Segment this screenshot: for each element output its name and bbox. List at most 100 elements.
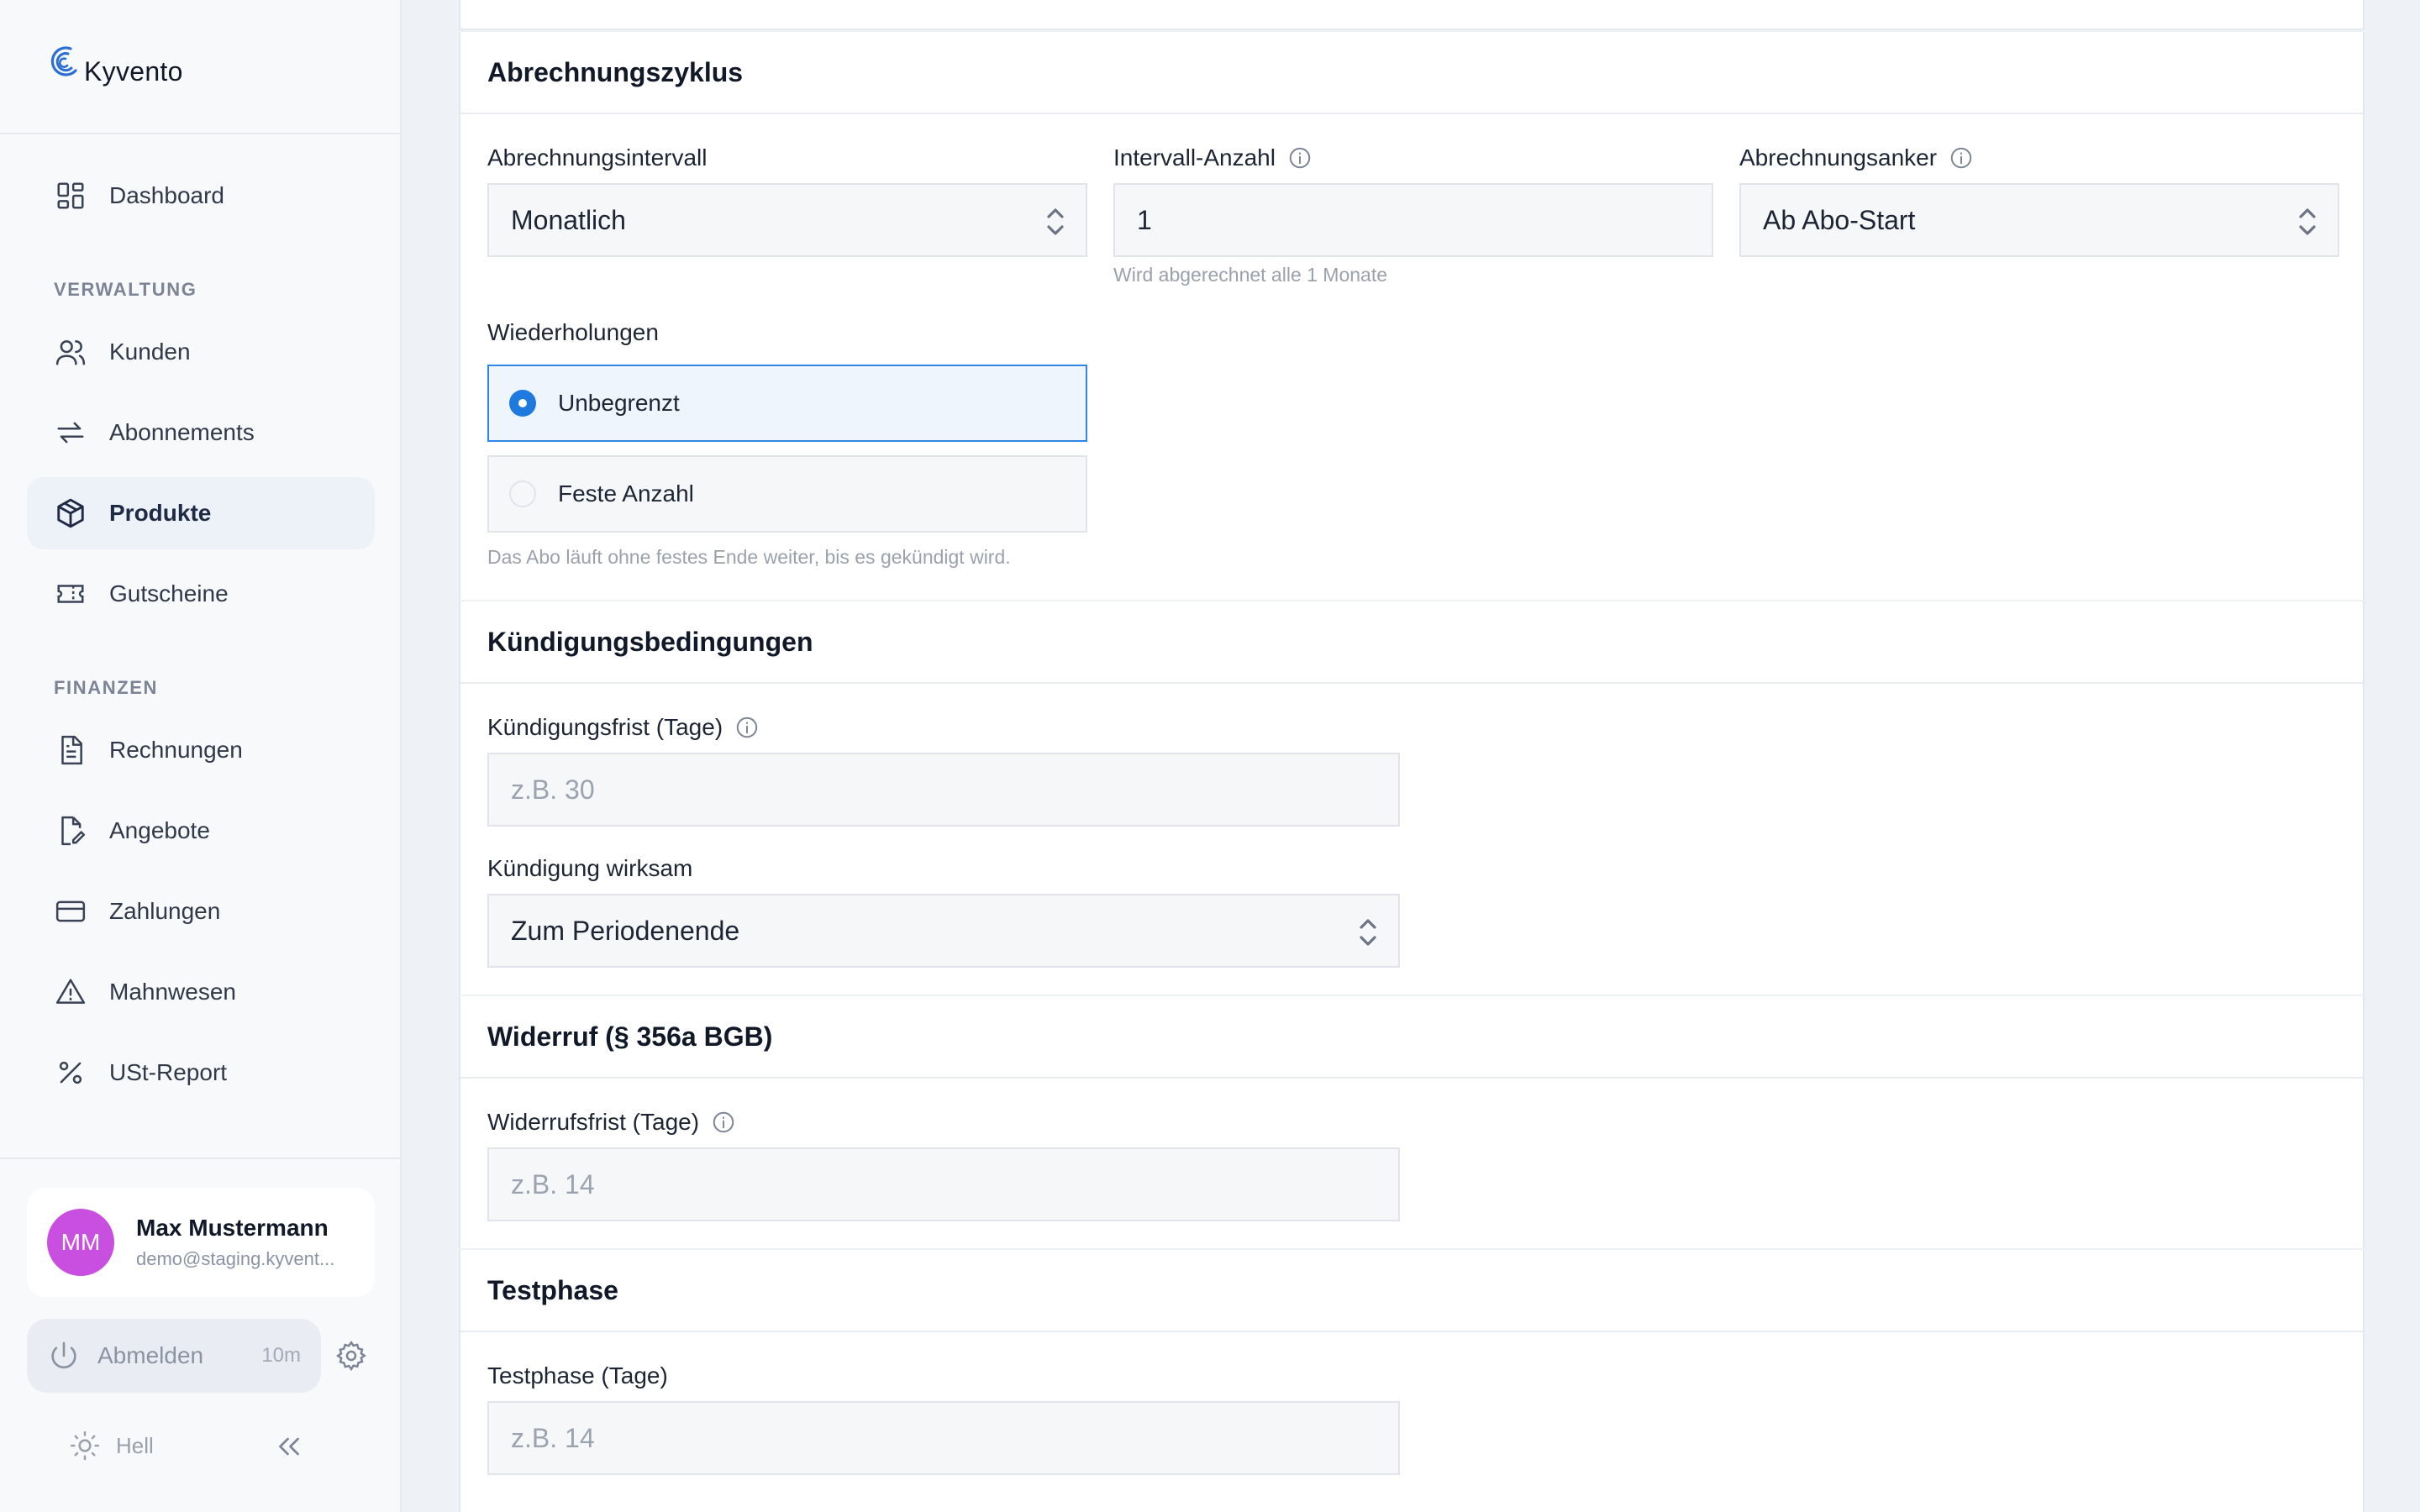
dashboard-icon xyxy=(54,179,87,213)
billing-cycle-section: Abrechnungszyklus Abrechnungsintervall M… xyxy=(459,32,2365,600)
percent-icon xyxy=(54,1056,87,1089)
section-label-verwaltung: VERWALTUNG xyxy=(54,279,197,300)
trial-days-label: Testphase (Tage) xyxy=(487,1362,668,1389)
user-email: demo@staging.kyvent... xyxy=(136,1248,335,1269)
billing-anchor-label: Abrechnungsanker xyxy=(1739,144,1974,171)
repeats-option-unlimited[interactable]: Unbegrenzt xyxy=(487,365,1087,442)
logout-label: Abmelden xyxy=(97,1342,204,1368)
sidebar-item-label: Produkte xyxy=(109,500,212,526)
sidebar-item-label: Gutscheine xyxy=(109,580,229,606)
sidebar-item-label: Kunden xyxy=(109,339,191,365)
section-label-finanzen: FINANZEN xyxy=(54,677,159,698)
cancellation-section: Kündigungsbedingungen Kündigungsfrist (T… xyxy=(459,601,2365,995)
session-timer: 10m xyxy=(261,1344,301,1367)
sidebar-item-kunden[interactable]: Kunden xyxy=(27,316,375,388)
avatar: MM xyxy=(47,1209,114,1276)
sidebar-item-ust-report[interactable]: USt-Report xyxy=(27,1037,375,1109)
sidebar-item-label: Rechnungen xyxy=(109,737,243,763)
package-icon xyxy=(54,496,87,530)
billing-interval-select[interactable]: Monatlich xyxy=(487,183,1087,257)
gear-icon[interactable] xyxy=(334,1339,368,1373)
chevron-up-down-icon xyxy=(1047,208,1064,235)
section-title: Kündigungsbedingungen xyxy=(460,601,2363,684)
interval-count-value: 1 xyxy=(1137,204,1152,235)
trial-days-placeholder: z.B. 14 xyxy=(511,1422,595,1453)
radio-unselected-icon xyxy=(509,480,536,507)
logout-button[interactable]: Abmelden 10m xyxy=(27,1319,321,1393)
interval-count-label-text: Intervall-Anzahl xyxy=(1113,144,1276,171)
notice-period-label-text: Kündigungsfrist (Tage) xyxy=(487,714,723,740)
withdrawal-section: Widerruf (§ 356a BGB) Widerrufsfrist (Ta… xyxy=(459,996,2365,1248)
withdrawal-period-placeholder: z.B. 14 xyxy=(511,1168,595,1200)
sidebar-item-rechnungen[interactable]: Rechnungen xyxy=(27,714,375,786)
notice-period-input[interactable]: z.B. 30 xyxy=(487,753,1400,827)
warning-icon xyxy=(54,975,87,1009)
sidebar-item-abonnements[interactable]: Abonnements xyxy=(27,396,375,469)
sidebar-item-zahlungen[interactable]: Zahlungen xyxy=(27,875,375,948)
repeats-label: Wiederholungen xyxy=(487,319,659,345)
billing-anchor-value: Ab Abo-Start xyxy=(1763,204,1916,235)
info-icon[interactable] xyxy=(711,1110,736,1135)
withdrawal-period-label-text: Widerrufsfrist (Tage) xyxy=(487,1109,700,1135)
trial-days-input[interactable]: z.B. 14 xyxy=(487,1401,1400,1475)
cancellation-effective-select[interactable]: Zum Periodenende xyxy=(487,894,1400,968)
billing-anchor-label-text: Abrechnungsanker xyxy=(1739,144,1938,171)
file-text-icon xyxy=(54,733,87,767)
sidebar-item-angebote[interactable]: Angebote xyxy=(27,795,375,867)
users-icon xyxy=(54,335,87,369)
sidebar-footer: MM Max Mustermann demo@staging.kyvent...… xyxy=(0,1158,402,1512)
radio-selected-icon xyxy=(509,390,536,417)
notice-period-label: Kündigungsfrist (Tage) xyxy=(487,714,760,741)
file-edit-icon xyxy=(54,814,87,848)
main-content: Abrechnungszyklus Abrechnungsintervall M… xyxy=(402,0,2420,1512)
chevron-up-down-icon xyxy=(2299,208,2316,235)
trial-section: Testphase Testphase (Tage) z.B. 14 xyxy=(459,1250,2365,1512)
billing-interval-value: Monatlich xyxy=(511,204,626,235)
sidebar-item-label: USt-Report xyxy=(109,1059,228,1085)
billing-interval-label: Abrechnungsintervall xyxy=(487,144,708,171)
theme-label: Hell xyxy=(116,1432,154,1458)
sun-icon xyxy=(70,1431,100,1461)
section-title: Widerruf (§ 356a BGB) xyxy=(460,996,2363,1079)
info-icon[interactable] xyxy=(1949,145,1974,171)
chevrons-left-icon[interactable] xyxy=(274,1431,304,1462)
billing-anchor-select[interactable]: Ab Abo-Start xyxy=(1739,183,2339,257)
sidebar-item-label: Dashboard xyxy=(109,182,224,208)
sidebar-item-gutscheine[interactable]: Gutscheine xyxy=(27,558,375,630)
repeats-option-fixed[interactable]: Feste Anzahl xyxy=(487,455,1087,533)
withdrawal-period-label: Widerrufsfrist (Tage) xyxy=(487,1109,736,1136)
section-title: Abrechnungszyklus xyxy=(460,32,2363,114)
theme-toggle[interactable]: Hell xyxy=(69,1430,154,1462)
info-icon[interactable] xyxy=(1287,145,1313,171)
chevron-up-down-icon xyxy=(1360,919,1376,946)
power-icon xyxy=(51,1341,76,1369)
sidebar-item-label: Angebote xyxy=(109,817,210,843)
user-name: Max Mustermann xyxy=(136,1215,329,1241)
sidebar-item-label: Mahnwesen xyxy=(109,979,236,1005)
sidebar: Kyvento Dashboard VERWALTUNG Kunden Abon… xyxy=(0,0,402,1512)
sidebar-item-label: Zahlungen xyxy=(109,898,221,924)
interval-count-label: Intervall-Anzahl xyxy=(1113,144,1313,171)
ticket-icon xyxy=(54,577,87,611)
sidebar-item-dashboard[interactable]: Dashboard xyxy=(27,160,375,232)
notice-period-placeholder: z.B. 30 xyxy=(511,774,595,805)
repeats-hint: Das Abo läuft ohne festes Ende weiter, b… xyxy=(487,546,1011,568)
logo-mark-icon xyxy=(50,46,77,76)
user-card[interactable]: MM Max Mustermann demo@staging.kyvent... xyxy=(27,1188,375,1297)
sidebar-item-label: Abonnements xyxy=(109,419,255,445)
withdrawal-period-input[interactable]: z.B. 14 xyxy=(487,1147,1400,1221)
radio-label: Feste Anzahl xyxy=(558,480,694,507)
section-title: Testphase xyxy=(460,1250,2363,1332)
cancellation-effective-label: Kündigung wirksam xyxy=(487,855,693,881)
interval-count-hint: Wird abgerechnet alle 1 Monate xyxy=(1113,264,1388,286)
sidebar-item-produkte[interactable]: Produkte xyxy=(27,477,375,549)
sidebar-item-mahnwesen[interactable]: Mahnwesen xyxy=(27,956,375,1028)
info-icon[interactable] xyxy=(734,715,760,740)
interval-count-input[interactable]: 1 xyxy=(1113,183,1713,257)
credit-card-icon xyxy=(54,895,87,928)
radio-label: Unbegrenzt xyxy=(558,390,680,416)
logo[interactable]: Kyvento xyxy=(0,0,400,134)
cancellation-effective-value: Zum Periodenende xyxy=(511,915,740,946)
brand-name: Kyvento xyxy=(84,55,183,87)
repeat-icon xyxy=(54,416,87,449)
